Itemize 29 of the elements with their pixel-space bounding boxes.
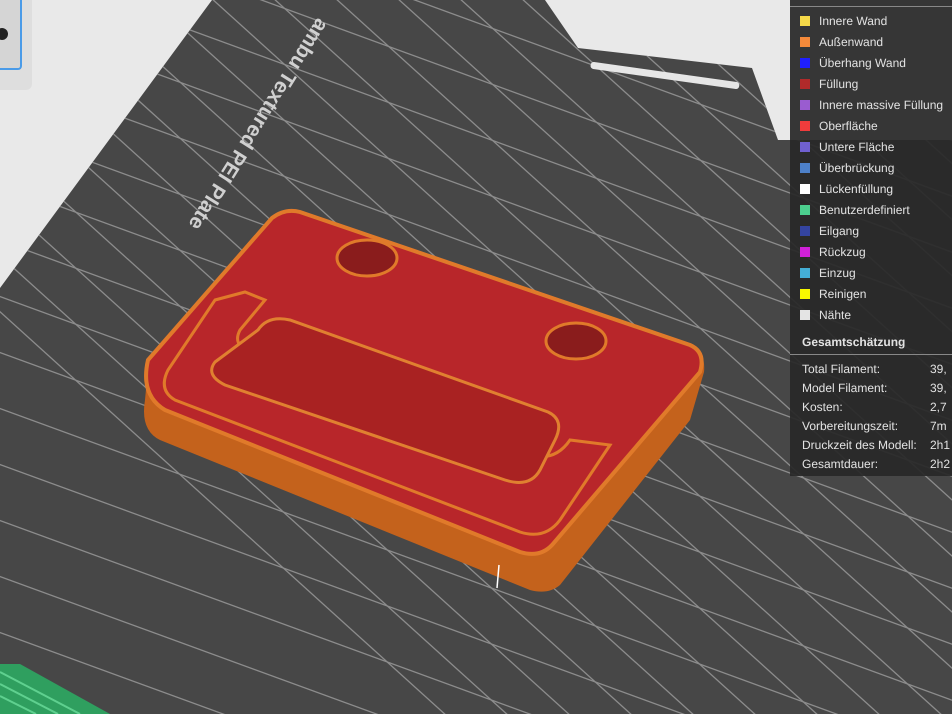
summary-label: Kosten: [802, 400, 844, 414]
summary-value: 2h1 [930, 438, 950, 452]
legend-label: Benutzerdefiniert [819, 202, 910, 216]
summary-label: Total Filament: [802, 362, 882, 376]
legend-label: Füllung [819, 76, 858, 90]
legend-label: Reinigen [819, 286, 866, 300]
legend-label: Rückzug [819, 244, 866, 258]
legend-label: Lückenfüllung [819, 182, 894, 196]
summary-value: 7m [930, 418, 947, 432]
legend-label: Einzug [819, 266, 856, 280]
summary-label: Gesamtdauer: [802, 456, 880, 470]
legend-label: Untere Fläche [819, 140, 894, 154]
legend-label: Eilgang [819, 224, 860, 238]
legend-label: Überbrückung [819, 160, 894, 174]
tool-button[interactable] [0, 0, 22, 70]
summary-value: 2h2 [930, 456, 950, 470]
legend-label: Nähte [819, 308, 852, 322]
summary-value: 39, [930, 362, 947, 376]
legend-label: Oberfläche [819, 118, 878, 132]
summary-label: Vorbereitungszeit: [802, 418, 900, 432]
legend-label: Innere Wand [819, 14, 888, 28]
legend-label: Überhang Wand [819, 56, 906, 70]
summary-value: 39, [930, 380, 947, 394]
summary-label: Model Filament: [802, 380, 888, 394]
summary-value: 2,7 [930, 400, 947, 414]
summary-title: Gesamtschätzung [790, 331, 952, 355]
summary-label: Druckzeit des Modell: [802, 438, 918, 452]
legend-label: Innere massive Füllung [819, 98, 944, 112]
legend-label: Außenwand [819, 34, 884, 48]
